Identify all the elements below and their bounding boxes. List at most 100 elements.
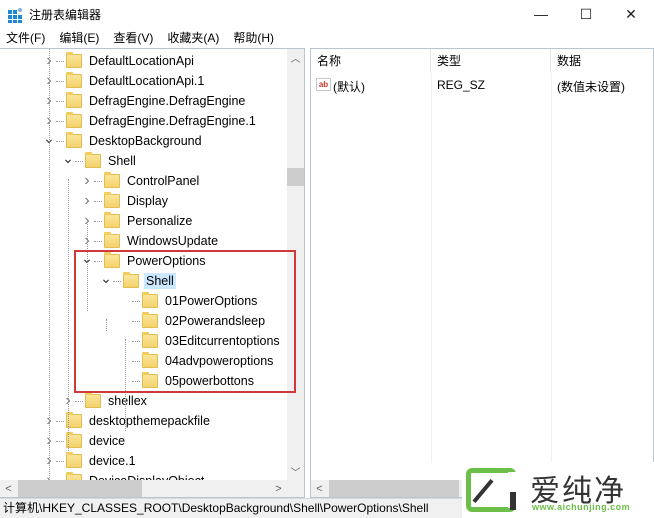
close-button[interactable]: ✕ [608, 0, 654, 28]
tree-guide-line [68, 179, 69, 451]
tree-item[interactable]: ⌄ DesktopBackground [43, 130, 204, 151]
tree-connector [120, 291, 130, 311]
tree-connector [56, 460, 64, 462]
chevron-down-icon[interactable]: ⌄ [100, 270, 112, 291]
tree-item[interactable]: 02Powerandsleep [120, 311, 267, 331]
tree-connector [113, 280, 121, 282]
tree-item-label: 04advpoweroptions [165, 354, 274, 368]
tree-item[interactable]: › shellex [63, 391, 149, 411]
tree-horizontal-scrollbar[interactable]: < > [0, 480, 287, 497]
tree-item[interactable]: › desktopthemepackfile [44, 411, 212, 431]
tree-item-label: DefragEngine.DefragEngine [89, 94, 246, 108]
menu-favorites[interactable]: 收藏夹(A) [160, 28, 226, 48]
tree-connector [56, 100, 64, 102]
menu-edit[interactable]: 编辑(E) [52, 28, 106, 48]
tree-item-label: PowerOptions [127, 254, 206, 268]
tree-item[interactable]: › DefragEngine.DefragEngine.1 [44, 111, 258, 131]
folder-icon [123, 272, 139, 288]
minimize-icon: — [534, 6, 548, 22]
tree-item[interactable]: › Display [82, 191, 170, 211]
value-type: REG_SZ [437, 78, 486, 92]
column-header-name[interactable]: 名称 [311, 49, 431, 73]
tree-item[interactable]: ⌄ Shell [100, 270, 176, 291]
tree-item-label: 02Powerandsleep [165, 314, 266, 328]
tree-item[interactable]: ›DeviceDisplayObject [44, 471, 206, 480]
folder-icon [66, 132, 82, 148]
column-header-type[interactable]: 类型 [431, 49, 551, 73]
folder-icon [104, 252, 120, 268]
value-name: (默认) [333, 80, 365, 94]
chevron-right-icon[interactable]: › [82, 191, 92, 211]
menu-bar: 文件(F) 编辑(E) 查看(V) 收藏夹(A) 帮助(H) [0, 28, 654, 48]
scroll-thumb[interactable] [18, 480, 142, 497]
tree-item-label: DeviceDisplayObject [87, 473, 206, 480]
tree-item[interactable]: 01PowerOptions [120, 291, 259, 311]
registry-editor-icon [8, 8, 22, 23]
tree-item[interactable]: 04advpoweroptions [120, 351, 275, 371]
tree-item-label: DefaultLocationApi.1 [89, 74, 205, 88]
column-divider [551, 73, 552, 463]
tree-connector [94, 220, 102, 222]
tree-item[interactable]: 05powerbottons [120, 371, 256, 391]
tree-item-label: ControlPanel [127, 174, 200, 188]
maximize-button[interactable]: ☐ [563, 0, 609, 28]
menu-file[interactable]: 文件(F) [0, 28, 52, 48]
tree-item-label: DefragEngine.DefragEngine.1 [89, 114, 256, 128]
tree-item[interactable]: › DefragEngine.DefragEngine [44, 91, 247, 111]
tree-item[interactable]: › Personalize [82, 211, 194, 231]
minimize-button[interactable]: — [518, 0, 564, 28]
tree-guide-line [106, 319, 107, 331]
tree-item[interactable]: 03Editcurrentoptions [120, 331, 282, 351]
scroll-up-icon[interactable]: ︿ [287, 49, 304, 66]
tree-connector [56, 60, 64, 62]
tree-item[interactable]: › device.1 [44, 451, 138, 471]
tree-item[interactable]: ⌄ PowerOptions [81, 250, 208, 271]
tree-item-label: 05powerbottons [165, 374, 254, 388]
scroll-right-icon[interactable]: > [270, 480, 287, 497]
tree-item-label: Personalize [127, 214, 193, 228]
scroll-left-icon[interactable]: < [311, 480, 328, 497]
window-title: 注册表编辑器 [29, 8, 102, 22]
folder-icon [66, 52, 82, 68]
folder-icon [85, 152, 101, 168]
scroll-corner [287, 480, 304, 497]
column-header-data[interactable]: 数据 [551, 49, 653, 73]
folder-icon [104, 232, 120, 248]
tree-connector [94, 200, 102, 202]
tree-item[interactable]: ⌄ Shell [62, 150, 138, 171]
tree-item[interactable]: › DefaultLocationApi.1 [44, 71, 206, 91]
tree-item[interactable]: › WindowsUpdate [82, 231, 220, 251]
maximize-icon: ☐ [579, 5, 593, 22]
string-value-icon: ab [316, 78, 331, 91]
key-tree-pane: › DefaultLocationApi › DefaultLocationApi.1… [0, 48, 305, 498]
tree-item-label: Display [127, 194, 168, 208]
scroll-thumb[interactable] [329, 480, 459, 497]
tree-connector [132, 340, 140, 342]
chevron-down-icon[interactable]: ⌄ [62, 150, 74, 171]
tree-connector [75, 400, 83, 402]
menu-view[interactable]: 查看(V) [106, 28, 160, 48]
folder-icon [142, 372, 158, 388]
tree-item[interactable]: › ControlPanel [82, 171, 201, 191]
folder-icon [66, 452, 82, 468]
tree-connector [56, 140, 64, 142]
tree-connector [56, 440, 64, 442]
logo-bar [510, 492, 516, 510]
tree-vertical-scrollbar[interactable]: ︿ ﹀ [287, 49, 304, 480]
tree-connector [132, 360, 140, 362]
value-row[interactable]: ab (默认) REG_SZ (数值未设置) [311, 75, 653, 95]
tree-connector [132, 380, 140, 382]
tree-item[interactable]: › device [44, 431, 127, 451]
folder-icon [85, 392, 101, 408]
tree-item-label: device [89, 434, 126, 448]
tree-item-label: DesktopBackground [89, 134, 202, 148]
chevron-right-icon[interactable]: › [82, 171, 92, 191]
scroll-down-icon[interactable]: ﹀ [287, 463, 304, 480]
scroll-thumb[interactable] [287, 168, 304, 186]
tree-item[interactable]: › DefaultLocationApi [44, 51, 196, 71]
scroll-left-icon[interactable]: < [0, 480, 17, 497]
menu-help[interactable]: 帮助(H) [226, 28, 281, 48]
close-icon: ✕ [625, 5, 637, 22]
tree-item-label: desktopthemepackfile [89, 414, 210, 428]
tree-connector [56, 80, 64, 82]
